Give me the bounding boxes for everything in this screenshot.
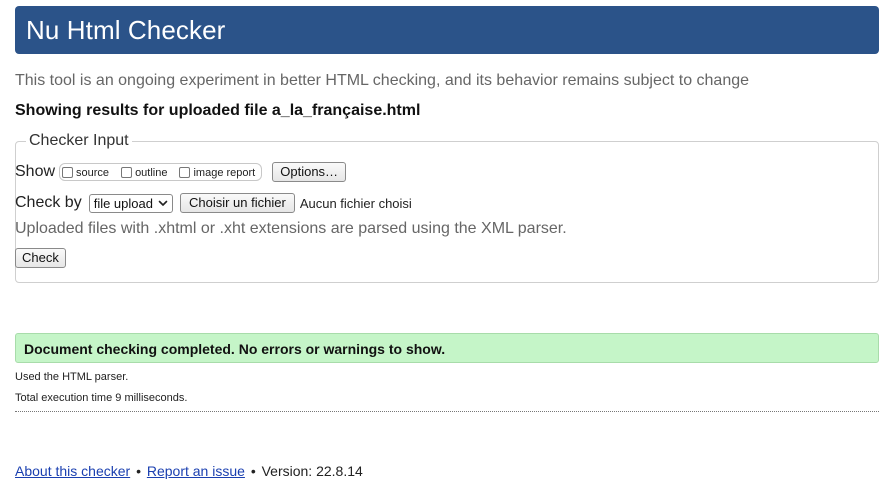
about-link[interactable]: About this checker bbox=[15, 463, 130, 479]
outline-checkbox[interactable] bbox=[121, 166, 133, 178]
choose-file-button[interactable]: Choisir un fichier bbox=[179, 193, 295, 213]
check-by-label: Check by bbox=[15, 194, 82, 211]
footer: About this checker • Report an issue • V… bbox=[15, 462, 363, 480]
xml-parser-note-row: Uploaded files with .xhtml or .xht exten… bbox=[15, 220, 567, 238]
checker-input-legend: Checker Input bbox=[29, 132, 129, 149]
show-outline-option[interactable]: outline bbox=[121, 166, 167, 179]
parser-info: Used the HTML parser. bbox=[15, 371, 129, 383]
success-message: Document checking completed. No errors o… bbox=[24, 341, 446, 357]
image-report-checkbox-label[interactable]: image report bbox=[193, 167, 255, 179]
show-options-group: source outline image report bbox=[59, 163, 263, 181]
show-row: Show source outline image report Options… bbox=[15, 162, 347, 182]
check-by-select[interactable]: file upload bbox=[88, 193, 173, 213]
xml-parser-note: Uploaded files with .xhtml or .xht exten… bbox=[15, 220, 567, 237]
show-label: Show bbox=[15, 163, 56, 180]
chevron-down-icon bbox=[158, 200, 168, 206]
version-text: Version: 22.8.14 bbox=[261, 463, 363, 479]
success-message-box: Document checking completed. No errors o… bbox=[15, 333, 879, 363]
show-source-option[interactable]: source bbox=[62, 166, 109, 179]
execution-time: Total execution time 9 milliseconds. bbox=[15, 392, 188, 404]
divider bbox=[15, 411, 879, 412]
footer-separator: • bbox=[136, 463, 141, 479]
results-heading: Showing results for uploaded file a_la_f… bbox=[15, 102, 421, 119]
source-checkbox[interactable] bbox=[62, 166, 74, 178]
image-report-checkbox[interactable] bbox=[179, 166, 191, 178]
options-button[interactable]: Options… bbox=[272, 162, 347, 182]
show-image-report-option[interactable]: image report bbox=[179, 166, 255, 179]
app-title: Nu Html Checker bbox=[26, 15, 226, 45]
report-issue-link[interactable]: Report an issue bbox=[147, 463, 245, 479]
source-checkbox-label[interactable]: source bbox=[76, 167, 109, 179]
check-by-selected-value: file upload bbox=[93, 195, 153, 211]
page-header: Nu Html Checker bbox=[15, 6, 879, 54]
outline-checkbox-label[interactable]: outline bbox=[135, 167, 167, 179]
check-button[interactable]: Check bbox=[15, 248, 66, 268]
file-status-text: Aucun fichier choisi bbox=[299, 195, 412, 211]
footer-separator: • bbox=[250, 463, 256, 479]
check-row: Check bbox=[15, 248, 66, 268]
tagline: This tool is an ongoing experiment in be… bbox=[15, 72, 750, 89]
check-by-row: Check by file upload Choisir un fichier … bbox=[15, 193, 412, 213]
